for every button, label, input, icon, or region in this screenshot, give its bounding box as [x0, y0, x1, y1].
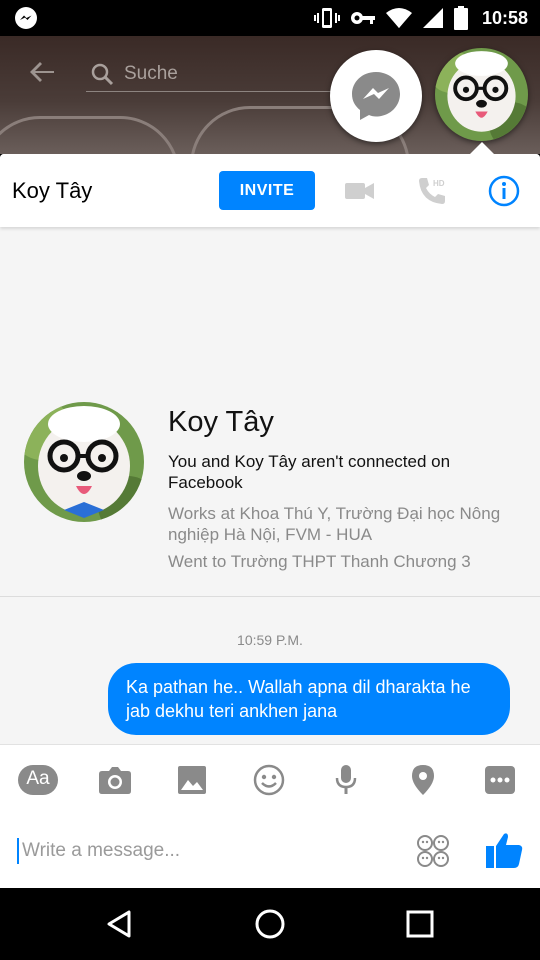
search-placeholder: Suche	[124, 62, 178, 84]
sent-message-bubble[interactable]: Ka pathan he.. Wallah apna dil dharakta …	[108, 663, 510, 735]
font-size-button[interactable]: Aa	[17, 760, 59, 800]
back-triangle-icon	[107, 910, 131, 938]
message-composer[interactable]: Write a message...	[0, 814, 540, 888]
image-icon	[178, 766, 206, 794]
search-icon	[91, 63, 114, 85]
text-cursor	[17, 838, 19, 864]
composer-toolbar: Aa	[0, 744, 540, 814]
video-call-button[interactable]	[343, 174, 377, 208]
vpn-key-icon	[350, 12, 375, 24]
location-button[interactable]	[402, 760, 444, 800]
vibrate-icon	[313, 8, 340, 28]
signal-icon	[422, 8, 443, 28]
chathead-pointer	[470, 142, 494, 154]
sticker-icon[interactable]	[416, 834, 450, 868]
battery-icon	[453, 6, 468, 30]
video-camera-icon	[345, 183, 374, 199]
nav-recents-button[interactable]	[402, 906, 438, 942]
voice-button[interactable]	[325, 760, 367, 800]
hd-call-button[interactable]: HD	[415, 174, 449, 208]
contact-chathead[interactable]	[435, 48, 528, 141]
thumbs-up-icon[interactable]	[484, 830, 524, 870]
invite-button[interactable]: INVITE	[219, 171, 315, 210]
background-search-bar[interactable]: Suche	[86, 56, 346, 92]
camera-icon	[99, 767, 131, 794]
more-options-icon	[485, 766, 515, 794]
home-circle-icon	[255, 909, 285, 939]
messenger-chathead[interactable]	[330, 50, 422, 142]
smiley-icon	[253, 764, 285, 796]
messenger-logo-icon	[352, 72, 400, 120]
profile-education: Went to Trường THPT Thanh Chương 3	[168, 552, 471, 571]
connection-status: You and Koy Tây aren't connected on Face…	[168, 452, 451, 492]
contact-name[interactable]: Koy Tây	[12, 178, 92, 204]
phone-hd-icon: HD	[419, 178, 445, 204]
dog-avatar-image	[435, 48, 528, 141]
background-shoe-image	[0, 116, 180, 154]
nav-back-button[interactable]	[102, 906, 138, 942]
info-icon	[488, 175, 520, 207]
font-button-label: Aa	[26, 768, 50, 789]
profile-avatar[interactable]	[24, 402, 144, 522]
conversation-header: Koy Tây INVITE HD	[0, 154, 540, 227]
info-button[interactable]	[487, 174, 521, 208]
back-arrow-icon[interactable]	[26, 56, 58, 88]
system-nav-bar	[0, 888, 540, 960]
message-input[interactable]: Write a message...	[22, 840, 180, 862]
nav-home-button[interactable]	[252, 906, 288, 942]
profile-name: Koy Tây	[168, 406, 274, 438]
wifi-icon	[385, 8, 412, 28]
location-pin-icon	[412, 765, 434, 795]
conversation-panel: Koy Tây INVITE HD Koy Tây You and Koy Tâ…	[0, 154, 540, 888]
gallery-button[interactable]	[171, 760, 213, 800]
microphone-icon	[335, 765, 357, 794]
status-bar: 10:58	[0, 0, 540, 36]
messenger-notification-icon	[15, 7, 37, 29]
clock: 10:58	[481, 7, 528, 28]
svg-text:HD: HD	[433, 179, 445, 188]
profile-work: Works at Khoa Thú Y, Trường Đại học Nông…	[168, 504, 501, 544]
divider	[0, 596, 540, 597]
emoji-button[interactable]	[248, 760, 290, 800]
message-timestamp: 10:59 P.M.	[237, 632, 303, 648]
camera-button[interactable]	[94, 760, 136, 800]
dog-avatar-image	[24, 402, 144, 522]
more-button[interactable]	[479, 760, 521, 800]
recents-square-icon	[406, 910, 434, 938]
